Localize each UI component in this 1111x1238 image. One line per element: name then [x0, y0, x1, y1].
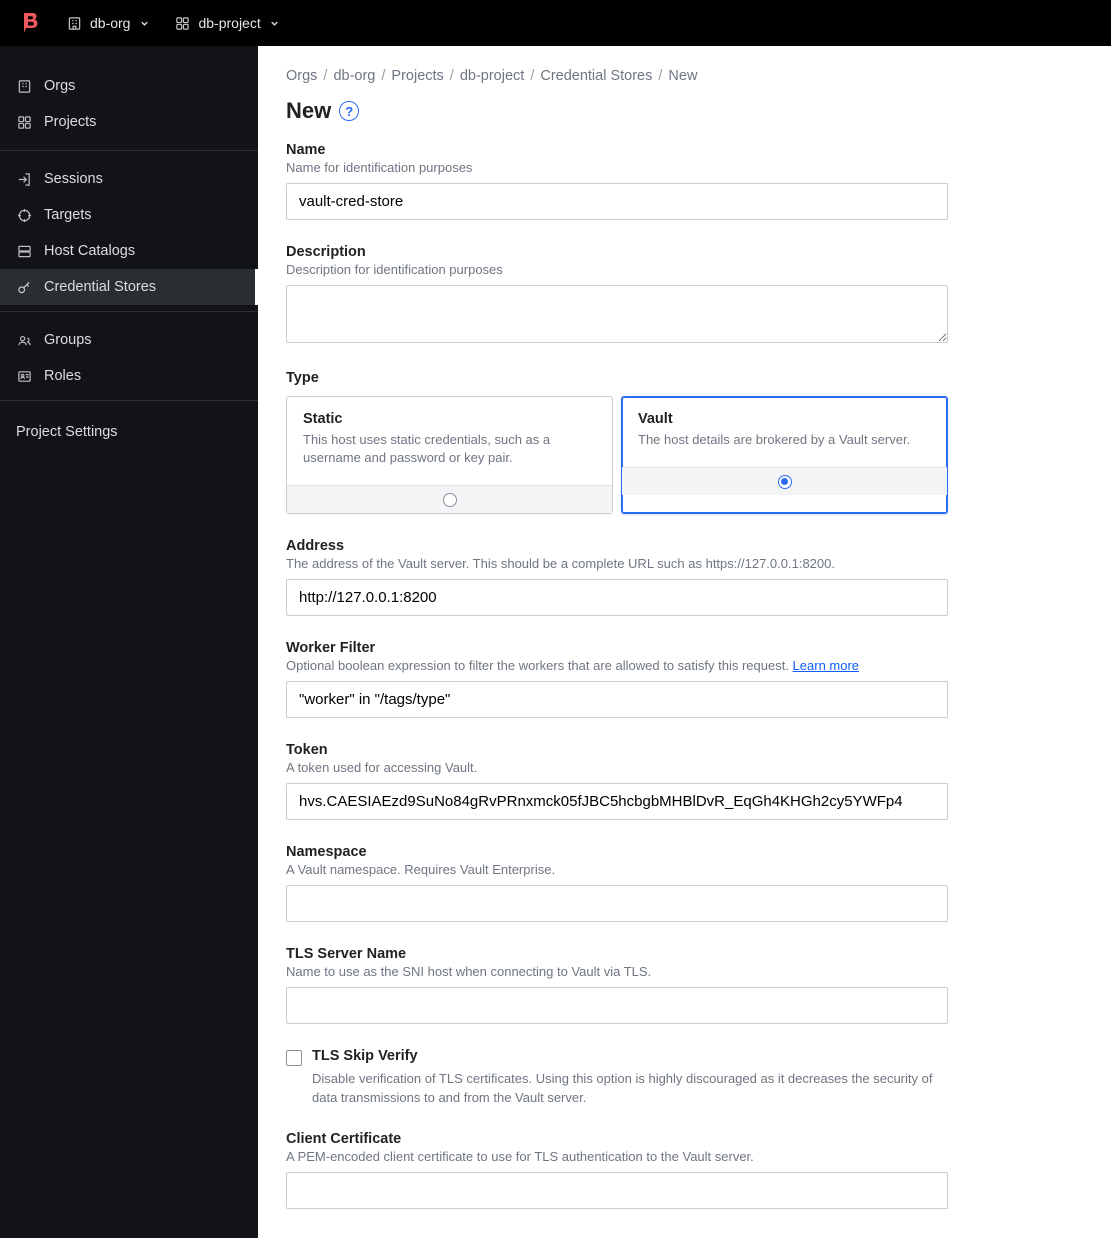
sidebar-item-targets[interactable]: Targets	[0, 197, 258, 233]
type-option-vault[interactable]: Vault The host details are brokered by a…	[621, 396, 948, 514]
field-worker-filter: Worker Filter Optional boolean expressio…	[286, 640, 948, 718]
namespace-label: Namespace	[286, 844, 948, 860]
token-label: Token	[286, 742, 948, 758]
sidebar-item-credential-stores[interactable]: Credential Stores	[0, 269, 258, 305]
type-static-title: Static	[303, 411, 596, 427]
namespace-input[interactable]	[286, 885, 948, 922]
name-input[interactable]	[286, 183, 948, 220]
sidebar-item-sessions[interactable]: Sessions	[0, 161, 258, 197]
tls-skip-verify-desc: Disable verification of TLS certificates…	[312, 1070, 948, 1106]
field-tls-server-name: TLS Server Name Name to use as the SNI h…	[286, 946, 948, 1024]
description-hint: Description for identification purposes	[286, 262, 948, 277]
sidebar-item-projects[interactable]: Projects	[0, 104, 258, 140]
field-tls-skip-verify: TLS Skip Verify Disable verification of …	[286, 1048, 948, 1106]
type-label: Type	[286, 370, 948, 386]
sidebar-item-label: Groups	[44, 332, 92, 348]
client-cert-input[interactable]	[286, 1172, 948, 1209]
building-icon	[66, 15, 82, 31]
chevron-down-icon	[269, 17, 281, 29]
key-icon	[16, 279, 32, 295]
sidebar-item-label: Credential Stores	[44, 279, 156, 295]
name-label: Name	[286, 142, 948, 158]
sidebar-item-label: Project Settings	[16, 424, 118, 440]
tls-skip-verify-checkbox[interactable]	[286, 1050, 302, 1066]
users-icon	[16, 332, 32, 348]
id-icon	[16, 368, 32, 384]
worker-filter-label: Worker Filter	[286, 640, 948, 656]
page-title: New ?	[286, 98, 1083, 124]
field-token: Token A token used for accessing Vault.	[286, 742, 948, 820]
sidebar-item-project-settings[interactable]: Project Settings	[0, 411, 258, 447]
chevron-down-icon	[138, 17, 150, 29]
tls-skip-verify-label: TLS Skip Verify	[312, 1048, 418, 1064]
crumb-credential-stores[interactable]: Credential Stores	[540, 68, 652, 84]
type-static-desc: This host uses static credentials, such …	[303, 431, 596, 467]
address-input[interactable]	[286, 579, 948, 616]
field-address: Address The address of the Vault server.…	[286, 538, 948, 616]
field-type: Type Static This host uses static creden…	[286, 370, 948, 514]
project-name: db-project	[198, 15, 260, 31]
boundary-logo-icon	[18, 11, 42, 35]
token-input[interactable]	[286, 783, 948, 820]
help-icon[interactable]: ?	[339, 101, 359, 121]
type-vault-title: Vault	[638, 411, 931, 427]
main-content: Orgs/ db-org/ Projects/ db-project/ Cred…	[258, 46, 1111, 1238]
crumb-projects[interactable]: Projects	[391, 68, 443, 84]
client-cert-hint: A PEM-encoded client certificate to use …	[286, 1149, 948, 1164]
org-selector[interactable]: db-org	[66, 15, 150, 31]
field-description: Description Description for identificati…	[286, 244, 948, 346]
address-hint: The address of the Vault server. This sh…	[286, 556, 948, 571]
server-icon	[16, 243, 32, 259]
tls-server-name-label: TLS Server Name	[286, 946, 948, 962]
sidebar: Orgs Projects Sessions Targets	[0, 46, 258, 1238]
crumb-current: New	[668, 68, 697, 84]
crumb-orgs[interactable]: Orgs	[286, 68, 317, 84]
sidebar-item-label: Orgs	[44, 78, 75, 94]
sidebar-item-groups[interactable]: Groups	[0, 322, 258, 358]
breadcrumb: Orgs/ db-org/ Projects/ db-project/ Cred…	[286, 68, 1083, 84]
sidebar-item-label: Sessions	[44, 171, 103, 187]
project-selector[interactable]: db-project	[174, 15, 280, 31]
description-input[interactable]	[286, 285, 948, 343]
grid-icon	[174, 15, 190, 31]
radio-icon	[778, 475, 792, 489]
sidebar-item-label: Projects	[44, 114, 96, 130]
sidebar-item-roles[interactable]: Roles	[0, 358, 258, 394]
sidebar-item-orgs[interactable]: Orgs	[0, 68, 258, 104]
type-vault-desc: The host details are brokered by a Vault…	[638, 431, 931, 449]
worker-filter-hint: Optional boolean expression to filter th…	[286, 658, 948, 673]
org-name: db-org	[90, 15, 130, 31]
building-icon	[16, 78, 32, 94]
client-cert-label: Client Certificate	[286, 1131, 948, 1147]
name-hint: Name for identification purposes	[286, 160, 948, 175]
crumb-org[interactable]: db-org	[333, 68, 375, 84]
topbar: db-org db-project	[0, 0, 1111, 46]
tls-server-name-hint: Name to use as the SNI host when connect…	[286, 964, 948, 979]
field-client-certificate: Client Certificate A PEM-encoded client …	[286, 1131, 948, 1209]
target-icon	[16, 207, 32, 223]
page-title-text: New	[286, 98, 331, 124]
sidebar-item-host-catalogs[interactable]: Host Catalogs	[0, 233, 258, 269]
grid-icon	[16, 114, 32, 130]
field-name: Name Name for identification purposes	[286, 142, 948, 220]
description-label: Description	[286, 244, 948, 260]
radio-icon	[443, 493, 457, 507]
tls-server-name-input[interactable]	[286, 987, 948, 1024]
crumb-project[interactable]: db-project	[460, 68, 524, 84]
enter-icon	[16, 171, 32, 187]
type-option-static[interactable]: Static This host uses static credentials…	[286, 396, 613, 514]
sidebar-item-label: Host Catalogs	[44, 243, 135, 259]
sidebar-item-label: Roles	[44, 368, 81, 384]
sidebar-item-label: Targets	[44, 207, 92, 223]
worker-filter-input[interactable]	[286, 681, 948, 718]
learn-more-link[interactable]: Learn more	[793, 658, 859, 673]
namespace-hint: A Vault namespace. Requires Vault Enterp…	[286, 862, 948, 877]
field-namespace: Namespace A Vault namespace. Requires Va…	[286, 844, 948, 922]
address-label: Address	[286, 538, 948, 554]
token-hint: A token used for accessing Vault.	[286, 760, 948, 775]
